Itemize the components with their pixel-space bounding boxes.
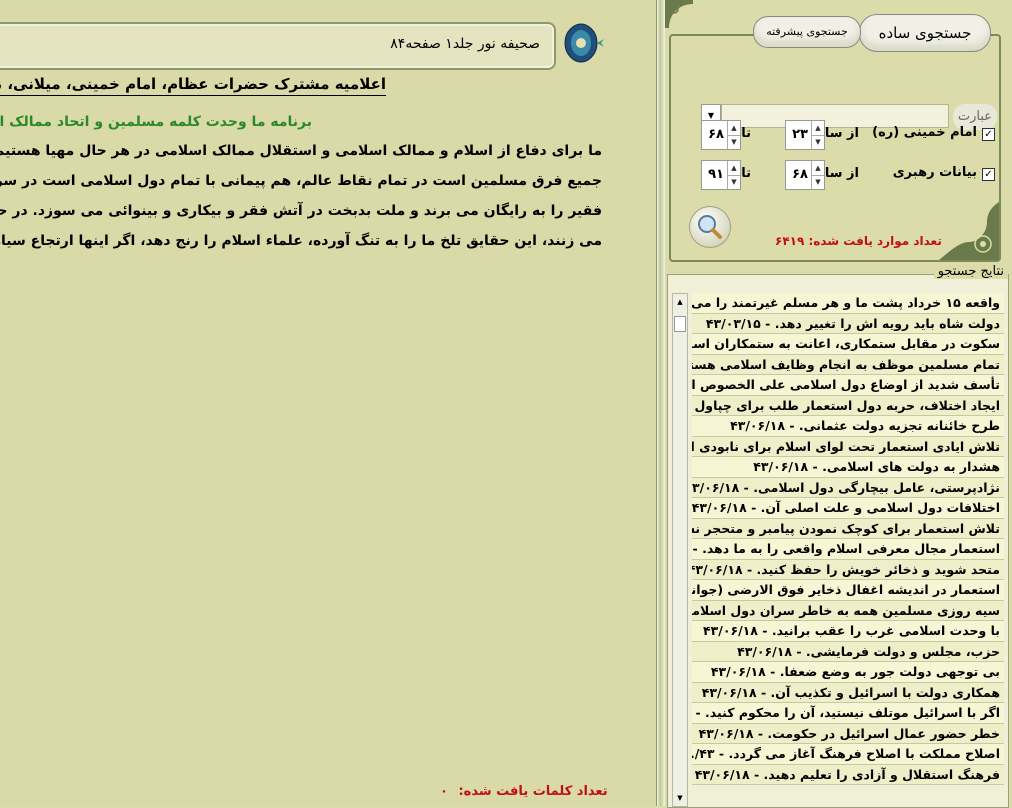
result-item[interactable]: استعمار مجال معرفی اسلام واقعی را به ما … (692, 539, 1004, 560)
spin-down-icon[interactable]: ▼ (811, 135, 824, 149)
document-title: اعلامیه مشترک حضرات عظام، امام خمینی، می… (0, 75, 386, 96)
imam-checkbox[interactable]: ✓ (982, 128, 995, 141)
result-item[interactable]: تأسف شدید از اوضاع دول اسلامی علی الخصوص… (692, 375, 1004, 396)
spin-down-icon[interactable]: ▼ (727, 175, 740, 189)
result-item[interactable]: اختلافات دول اسلامی و علت اصلی آن. - ۴۳/… (692, 498, 1004, 519)
result-item[interactable]: ایجاد اختلاف، حربه دول استعمار طلب برای … (692, 395, 1004, 416)
results-list: واقعه ۱۵ خرداد پشت ما و هر مسلم غیرتمند … (692, 293, 1004, 807)
leader-to-year-spinner[interactable]: ۹۱ ▲ ▼ (701, 160, 741, 190)
result-item[interactable]: با وحدت اسلامی غرب را عقب برانید. - ۴۳/۰… (692, 621, 1004, 642)
scroll-down-icon[interactable]: ▼ (673, 790, 687, 806)
leader-from-year-value: ۶۸ (792, 167, 808, 182)
corner-ornament-icon (665, 0, 693, 28)
found-count-value: ۶۴۱۹ (775, 234, 805, 248)
result-item[interactable]: استعمار در اندیشه اغفال ذخایر فوق الارضی… (692, 580, 1004, 601)
found-count: تعداد موارد یافت شده: ۶۴۱۹ (775, 234, 942, 248)
result-item[interactable]: متحد شوید و ذخائر خویش را حفظ کنید. - ۴۳… (692, 559, 1004, 580)
result-item[interactable]: تلاش ایادی استعمار تحت لوای اسلام برای ن… (692, 436, 1004, 457)
results-scrollbar[interactable]: ▲ ▼ (672, 293, 688, 807)
result-item[interactable]: تلاش استعمار برای کوچک نمودن پیامبر و مت… (692, 518, 1004, 539)
result-item[interactable]: فرهنگ استقلال و آزادی را تعلیم دهید. - ۴… (692, 764, 1004, 785)
document-subtitle: برنامه ما وحدت کلمه مسلمین و اتحاد ممالک… (0, 114, 312, 130)
ornament-icon (564, 23, 604, 63)
spin-down-icon[interactable]: ▼ (811, 175, 824, 189)
tab-advanced-search[interactable]: جستجوی پیشرفته (753, 16, 861, 48)
result-item[interactable]: واقعه ۱۵ خرداد پشت ما و هر مسلم غیرتمند … (692, 293, 1004, 314)
result-item[interactable]: بی توجهی دولت جور به وضع ضعفا. - ۴۳/۰۶/۱… (692, 662, 1004, 683)
spin-up-icon[interactable]: ▲ (727, 161, 740, 176)
result-item[interactable]: دولت شاه باید رویه اش را تغییر دهد. - ۴۳… (692, 313, 1004, 334)
corner-arabesque-icon (939, 202, 999, 260)
document-header-bar: صحیفه نور جلد۱ صفحه۸۴ (0, 22, 556, 70)
imam-label: امام خمینی (ره) (872, 125, 977, 140)
magnifier-icon (698, 215, 722, 239)
found-count-label: تعداد موارد یافت شده: (808, 234, 942, 248)
scroll-thumb[interactable] (674, 316, 686, 332)
imam-from-year-value: ۲۳ (792, 127, 808, 142)
results-title: نتایج جستجو (933, 264, 1008, 279)
document-line: جمیع فرق مسلمین است در تمام نقاط عالم، ه… (0, 173, 602, 189)
found-words-value: ۰ (440, 784, 448, 799)
imam-to-year-spinner[interactable]: ۶۸ ▲ ▼ (701, 120, 741, 150)
search-panel: عبارت ▼ ✓ امام خمینی (ره) از سال: ۲۳ ▲ ▼… (665, 0, 1012, 808)
document-body: اعلامیه مشترک حضرات عظام، امام خمینی، می… (0, 74, 644, 256)
document-location: صحیفه نور جلد۱ صفحه۸۴ (390, 36, 540, 52)
result-item[interactable]: نژادپرستی، عامل بیچارگی دول اسلامی. - ۴۳… (692, 477, 1004, 498)
spin-up-icon[interactable]: ▲ (811, 161, 824, 176)
search-button[interactable] (689, 206, 731, 248)
filter-row-leader: ✓ بیانات رهبری از سال: ۶۸ ▲ ▼ تا سال: ۹۱… (701, 160, 997, 190)
result-item[interactable]: طرح خائنانه تجزیه دولت عثمانی. - ۴۳/۰۶/۱… (692, 416, 1004, 437)
caret-down-icon: ▼ (707, 111, 715, 120)
filter-row-imam: ✓ امام خمینی (ره) از سال: ۲۳ ▲ ▼ تا سال:… (701, 120, 997, 150)
scroll-up-icon[interactable]: ▲ (673, 294, 687, 310)
leader-checkbox[interactable]: ✓ (982, 168, 995, 181)
imam-to-year-value: ۶۸ (708, 127, 724, 142)
spin-up-icon[interactable]: ▲ (811, 121, 824, 136)
leader-to-year-value: ۹۱ (708, 167, 724, 182)
result-item[interactable]: اگر با اسرائیل موتلف نیستید، آن را محکوم… (692, 703, 1004, 724)
spin-up-icon[interactable]: ▲ (727, 121, 740, 136)
found-words-label: تعداد کلمات یافت شده: (458, 784, 608, 799)
result-item[interactable]: اصلاح مملکت با اصلاح فرهنگ آغاز می گردد.… (692, 744, 1004, 765)
imam-from-year-spinner[interactable]: ۲۳ ▲ ▼ (785, 120, 825, 150)
result-item[interactable]: تمام مسلمین موظف به انجام وظایف اسلامی ه… (692, 354, 1004, 375)
leader-label: بیانات رهبری (892, 165, 977, 180)
document-text: ما برای دفاع از اسلام و ممالک اسلامی و ا… (0, 136, 602, 256)
document-line: فقیر را به رایگان می برند و ملت بدبخت در… (0, 203, 602, 219)
document-line: می زنند، این حقایق تلخ ما را به تنگ آورد… (0, 233, 602, 249)
result-item[interactable]: سیه روزی مسلمین همه به خاطر سران دول اسل… (692, 600, 1004, 621)
results-panel: ▲ ▼ واقعه ۱۵ خرداد پشت ما و هر مسلم غیرت… (667, 274, 1009, 808)
result-item[interactable]: همکاری دولت با اسرائیل و تکذیب آن. - ۴۳/… (692, 682, 1004, 703)
result-item[interactable]: سکوت در مقابل ستمکاری، اعانت به ستمکاران… (692, 334, 1004, 355)
result-item[interactable]: خطر حضور عمال اسرائیل در حکومت. - ۴۳/۰۶/… (692, 723, 1004, 744)
found-words-count: تعداد کلمات یافت شده: ۰ (440, 784, 608, 799)
document-line: ما برای دفاع از اسلام و ممالک اسلامی و ا… (0, 143, 602, 159)
result-item[interactable]: حزب، مجلس و دولت فرمایشی. - ۴۳/۰۶/۱۸ (692, 641, 1004, 662)
tab-simple-search[interactable]: جستجوی ساده (859, 14, 991, 52)
result-item[interactable]: هشدار به دولت های اسلامی. - ۴۳/۰۶/۱۸ (692, 457, 1004, 478)
document-pane: صحیفه نور جلد۱ صفحه۸۴ اعلامیه مشترک حضرا… (0, 0, 656, 806)
spin-down-icon[interactable]: ▼ (727, 135, 740, 149)
leader-from-year-spinner[interactable]: ۶۸ ▲ ▼ (785, 160, 825, 190)
